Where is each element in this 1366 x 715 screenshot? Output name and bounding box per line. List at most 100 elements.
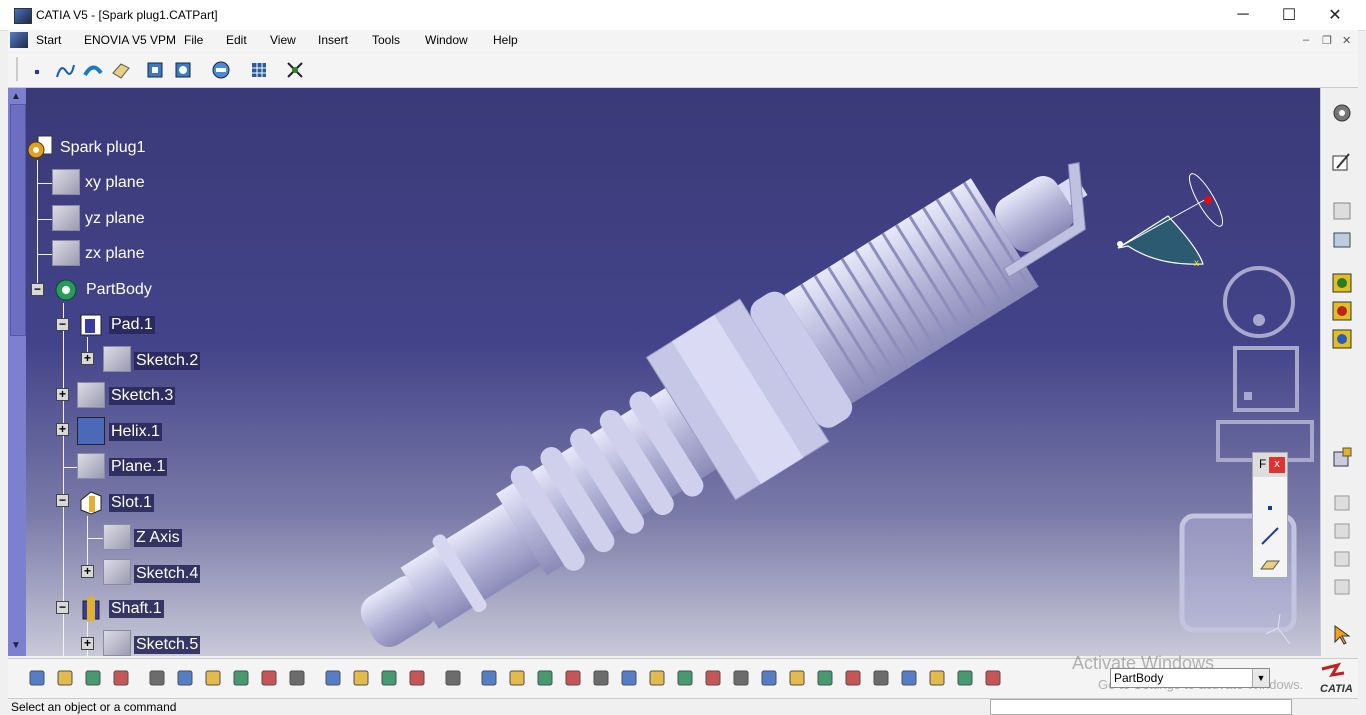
doc-minimize-button[interactable]: – (1303, 34, 1309, 46)
multiview-icon[interactable] (674, 667, 696, 689)
units-icon[interactable] (898, 667, 920, 689)
sweep-icon[interactable] (82, 59, 104, 81)
menu-file[interactable]: File (184, 33, 203, 47)
expand-helix-icon[interactable]: + (56, 423, 69, 436)
wireframe-icon[interactable] (1331, 200, 1353, 222)
collapse-shaft-icon[interactable]: − (56, 601, 69, 614)
snap-icon[interactable] (284, 59, 306, 81)
pad-icon[interactable] (77, 311, 105, 339)
body-icon[interactable] (1331, 446, 1353, 468)
copy-icon[interactable] (174, 667, 196, 689)
point-icon[interactable] (1259, 497, 1281, 519)
catalog-icon[interactable] (1331, 548, 1353, 570)
hide-show-icon[interactable] (758, 667, 780, 689)
fit-all-icon[interactable] (478, 667, 500, 689)
maximize-button[interactable]: ☐ (1266, 0, 1312, 30)
close-button[interactable]: ✕ (1312, 0, 1358, 30)
tree-item-z-axis[interactable]: Z Axis (134, 529, 182, 547)
redo-icon[interactable] (258, 667, 280, 689)
document-icon[interactable] (10, 32, 28, 48)
command-input[interactable] (990, 699, 1292, 715)
scroll-up-icon[interactable]: ▲ (11, 91, 21, 102)
gear-icon[interactable] (52, 276, 80, 304)
expand-sketch3-icon[interactable]: + (56, 388, 69, 401)
spark-plug-model[interactable]: x (8, 88, 1320, 656)
list-icon[interactable] (954, 667, 976, 689)
tree-item-pad[interactable]: Pad.1 (109, 316, 155, 334)
cut-icon[interactable] (146, 667, 168, 689)
doc-close-button[interactable]: ✕ (1342, 34, 1351, 47)
menu-insert[interactable]: Insert (318, 33, 348, 47)
bottle-icon[interactable] (406, 667, 428, 689)
floating-toolbar[interactable]: F x (1252, 452, 1288, 578)
axis-icon[interactable] (870, 667, 892, 689)
expand-sketch4-icon[interactable]: + (81, 565, 94, 578)
new-icon[interactable] (26, 667, 48, 689)
plane-icon[interactable] (1259, 553, 1281, 575)
measure-icon[interactable] (350, 667, 372, 689)
analysis-icon[interactable] (210, 59, 232, 81)
open-icon[interactable] (54, 667, 76, 689)
paste-icon[interactable] (202, 667, 224, 689)
sketch-icon[interactable] (77, 382, 105, 408)
collapse-slot-icon[interactable]: − (56, 494, 69, 507)
tree-item-xy-plane[interactable]: xy plane (85, 174, 145, 192)
shaft-icon[interactable] (77, 595, 105, 623)
feature-icon[interactable] (1331, 300, 1353, 322)
fly-icon[interactable] (506, 667, 528, 689)
plane-icon[interactable] (77, 453, 105, 479)
normal-view-icon[interactable] (646, 667, 668, 689)
tree-item-shaft[interactable]: Shaft.1 (109, 600, 164, 618)
sketch-icon[interactable] (103, 630, 131, 656)
catalog-icon[interactable] (1331, 492, 1353, 514)
scroll-down-icon[interactable]: ▼ (11, 640, 21, 651)
tree-item-sketch2[interactable]: Sketch.2 (134, 352, 201, 370)
tree-item-plane1[interactable]: Plane.1 (109, 458, 168, 476)
tree-item-sketch3[interactable]: Sketch.3 (109, 387, 176, 405)
tree-item-sketch4[interactable]: Sketch.4 (134, 565, 201, 583)
body-icon[interactable] (982, 667, 1004, 689)
plane-icon[interactable] (110, 59, 132, 81)
select-cursor-icon[interactable] (1331, 624, 1353, 646)
sketcher-icon[interactable] (1331, 152, 1353, 174)
catalog-icon[interactable] (1331, 576, 1353, 598)
boolean-add-icon[interactable] (144, 59, 166, 81)
scroll-thumb[interactable] (10, 104, 26, 336)
expand-sketch2-icon[interactable]: + (81, 352, 94, 365)
collapse-partbody-icon[interactable]: − (31, 283, 44, 296)
help-icon[interactable] (286, 667, 308, 689)
slot-icon[interactable] (77, 488, 105, 516)
shading-icon[interactable] (730, 667, 752, 689)
parameter-icon[interactable] (378, 667, 400, 689)
spin-icon[interactable] (842, 667, 864, 689)
menu-help[interactable]: Help (493, 33, 518, 47)
spline-icon[interactable] (54, 59, 76, 81)
chevron-down-icon[interactable]: ▼ (1252, 669, 1269, 687)
macro-icon[interactable] (322, 667, 344, 689)
tree-item-yz-plane[interactable]: yz plane (85, 210, 145, 228)
tree-item-zx-plane[interactable]: zx plane (85, 245, 145, 263)
update-icon[interactable] (814, 667, 836, 689)
save-icon[interactable] (82, 667, 104, 689)
capture-icon[interactable] (442, 667, 464, 689)
minimize-button[interactable]: ─ (1220, 0, 1266, 30)
gear-icon[interactable] (1331, 102, 1353, 124)
iso-view-icon[interactable] (702, 667, 724, 689)
feature-icon[interactable] (1331, 328, 1353, 350)
sketch-icon[interactable] (103, 559, 131, 585)
plane-icon[interactable] (52, 169, 80, 195)
tree-scrollbar[interactable]: ▲ ▼ (8, 88, 26, 656)
3d-viewport[interactable]: x (8, 88, 1320, 656)
expand-sketch5-icon[interactable]: + (81, 637, 94, 650)
floating-toolbar-header[interactable]: F x (1253, 453, 1287, 477)
tree-item-partbody[interactable]: PartBody (86, 281, 152, 299)
line-icon[interactable] (1259, 525, 1281, 547)
menu-start[interactable]: Start (36, 33, 61, 47)
stack-icon[interactable] (926, 667, 948, 689)
part-icon[interactable] (26, 134, 56, 162)
menu-enovia[interactable]: ENOVIA V5 VPM (84, 33, 176, 47)
tree-item-root[interactable]: Spark plug1 (60, 139, 145, 157)
volume-icon[interactable] (1331, 228, 1353, 250)
pan-icon[interactable] (534, 667, 556, 689)
floating-toolbar-close-button[interactable]: x (1269, 457, 1285, 473)
